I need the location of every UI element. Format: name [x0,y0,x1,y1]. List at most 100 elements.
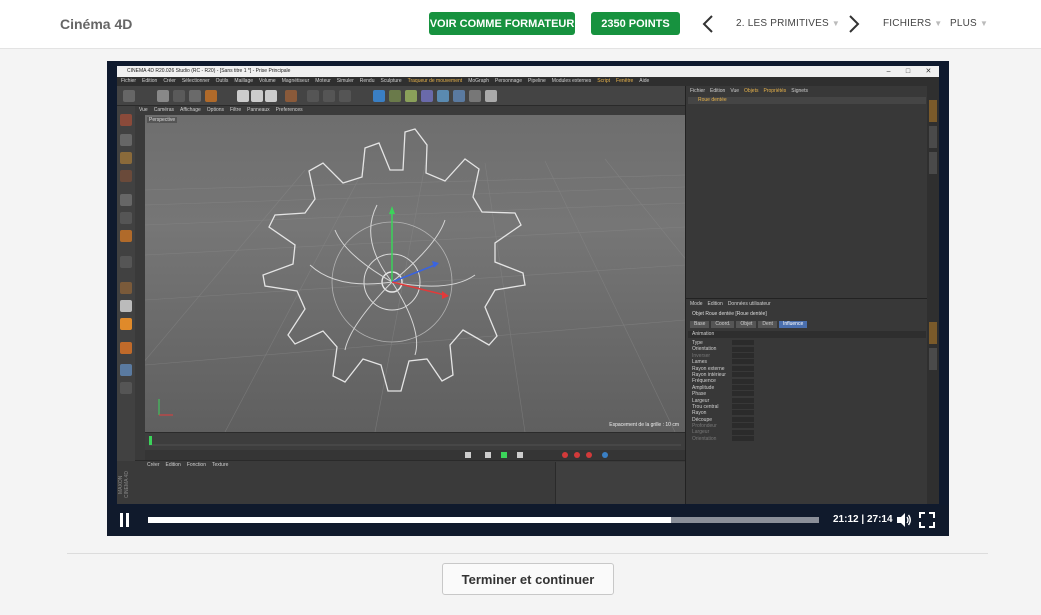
material-manager: Créer Edition Fonction Texture [135,460,685,504]
tool-icon [120,230,132,242]
previous-chapter-button[interactable] [701,12,715,36]
attribute-tab: Coord. [711,321,735,328]
tool-icon [120,382,132,394]
viewport-menu-item: Preferences [275,107,303,113]
caret-down-icon: ▼ [831,19,840,28]
fullscreen-icon [919,512,935,528]
progress-bar[interactable] [148,517,819,523]
view-as-trainer-button[interactable]: VOIR COMME FORMATEUR [429,12,575,35]
attribute-tabs: Base Coord. Objet Dent Influence [690,321,808,328]
scene-icon [453,90,465,102]
timeline-ticks [149,436,681,446]
tool-icon [120,300,132,312]
attribute-menu: Mode Edition Données utilisateur [690,301,776,307]
render-settings-icon [339,90,351,102]
menubar-item: Traqueur de mouvement [407,78,463,84]
chevron-right-icon [849,15,860,33]
pause-button[interactable] [120,513,134,527]
menubar-item: Sculpture [380,78,402,84]
time-separator: | [861,514,865,525]
object-menu-item: Propriétés [763,88,787,94]
menubar-item: Moteur [315,78,331,84]
more-dropdown[interactable]: PLUS ▼ [950,18,988,29]
grid-spacing-label: Espacement de la grille : 10 cm [609,422,679,428]
attribute-rows: Type Orientation Inverser Lames Rayon extern… [692,340,924,442]
object-manager: Fichier Edition Vue Objets Propriétés Signets… [685,86,927,298]
maxon-watermark: MAXON CINEMA 4D [118,471,130,499]
viewport-menu-item: Panneaux [247,107,270,113]
scale-icon [189,90,201,102]
attribute-title: Objet Roue dentée [Roue dentée] [692,311,767,317]
viewport-scene [145,128,685,432]
material-menu-item: Créer [147,462,160,468]
axis-y-icon [251,90,263,102]
camera-icon [469,90,481,102]
attribute-value-field [732,372,754,378]
menubar-item: Créer [163,78,176,84]
finish-and-continue-button[interactable]: Terminer et continuer [442,563,614,595]
material-menu-item: Edition [165,462,181,468]
menubar-item: Fichier [121,78,137,84]
menubar-item: Magnétiseur [281,78,310,84]
player-controls: 21:12 | 27:14 [107,505,949,536]
object-menu-item: Vue [730,88,740,94]
menubar-item: Edition [142,78,158,84]
menubar-item: Aide [639,78,650,84]
menubar-item: Fenêtre [616,78,634,84]
object-menu-item: Edition [710,88,726,94]
attribute-menu-item: Données utilisateur [727,301,771,307]
files-dropdown[interactable]: FICHIERS ▼ [883,18,942,29]
video-player[interactable]: CINEMA 4D R20.026 Studio (RC - R20) - [S… [107,61,949,536]
array-icon [421,90,433,102]
volume-button[interactable] [896,512,912,528]
menubar-item: Maillage [234,78,254,84]
chevron-left-icon [702,15,713,33]
app-toolbar [117,86,685,106]
attribute-value-field [732,346,754,352]
next-chapter-button[interactable] [847,12,861,36]
cube-icon [373,90,385,102]
viewport-menu-item: Options [206,107,225,113]
course-title: Cinéma 4D [60,16,133,32]
menubar-item: MoGraph [468,78,490,84]
3d-viewport: Perspective Espacement de la grille: 10… [145,115,685,432]
fullscreen-button[interactable] [919,512,935,528]
app-menubar: Fichier Edition Créer Sélectionner Outils Mai… [117,77,939,86]
menubar-item: Outils [215,78,229,84]
material-menu: Créer Edition Fonction Texture [147,462,234,468]
attribute-tab: Dent [758,321,777,328]
render-view-icon [323,90,335,102]
chapter-label: 2. LES PRIMITIVES [736,18,829,29]
left-toolbar [117,106,135,461]
attribute-row: Orientation [692,436,924,442]
menubar-item: Simuler [336,78,354,84]
side-tab [929,100,937,122]
tool-icon [120,134,132,146]
app-title: CINEMA 4D R20.026 Studio (RC - R20) - [S… [127,68,291,74]
nurbs-icon [405,90,417,102]
viewport-menu-item: Vue [139,107,148,113]
object-menu-item: Fichier [690,88,706,94]
coord-icon [285,90,297,102]
object-menu-item: Objets [744,88,759,94]
side-tab [929,348,937,370]
move-icon [173,90,185,102]
more-label: PLUS [950,18,977,29]
tool-icon [120,342,132,354]
object-menu-item: Signets [791,88,808,94]
material-menu-item: Fonction [186,462,206,468]
time-display: 21:12 | 27:14 [833,514,893,525]
pause-icon [120,513,123,527]
object-menu: Fichier Edition Vue Objets Propriétés Signets [690,88,813,94]
coordinates-panel [555,462,685,504]
window-buttons: – □ ✕ [886,68,932,75]
attribute-value-field [732,436,754,442]
side-tab [929,152,937,174]
points-button[interactable]: 2350 POINTS [591,12,680,35]
viewport-menu-item: Filtre [230,107,242,113]
tool-icon [120,152,132,164]
tool-icon [120,194,132,206]
attribute-menu-item: Mode [690,301,703,307]
undo-icon [123,90,135,102]
chapter-dropdown[interactable]: 2. LES PRIMITIVES ▼ [736,18,840,29]
